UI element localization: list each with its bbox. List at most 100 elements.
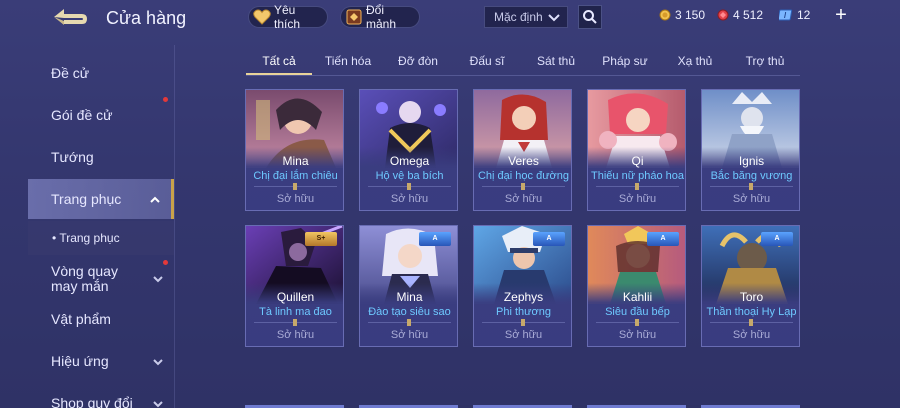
hero-name: Zephys xyxy=(503,290,544,304)
notification-dot xyxy=(163,97,168,102)
voucher-icon: / xyxy=(779,9,793,21)
tier-badge: A xyxy=(761,232,793,246)
favorites-label: Yêu thích xyxy=(274,3,301,31)
sidebar-item-label: Shop quy đổi xyxy=(51,395,133,408)
tab-assassin[interactable]: Sát thủ xyxy=(532,54,580,68)
tab-fighter[interactable]: Đấu sĩ xyxy=(464,54,510,68)
search-button[interactable] xyxy=(578,5,602,29)
skin-card[interactable]: Veres Chị đại học đường Sở hữu xyxy=(473,89,572,211)
sidebar-item-label: Tướng xyxy=(51,149,94,165)
sort-dropdown[interactable]: Mặc định xyxy=(484,6,568,28)
plus-icon[interactable]: + xyxy=(833,4,849,26)
skin-name: Phi thương xyxy=(496,306,551,318)
sidebar-item-recommended[interactable]: Đề cử xyxy=(28,53,174,93)
skin-card[interactable]: Mina Chị đại lắm chiêu Sở hữu xyxy=(245,89,344,211)
divider-ornament xyxy=(635,319,639,326)
divider-ornament xyxy=(407,319,411,326)
gold-balance: 3 150 xyxy=(659,8,705,22)
hero-name: Toro xyxy=(739,290,764,304)
tier-badge: A xyxy=(647,232,679,246)
ownership-status: Sở hữu xyxy=(732,329,771,341)
sidebar-item-label: Vòng quay may mắn xyxy=(51,263,118,294)
hero-name: Veres xyxy=(508,154,539,168)
tab-tank[interactable]: Đỡ đòn xyxy=(392,54,444,68)
hero-name: Mina xyxy=(282,154,309,168)
skin-name: Chị đại lắm chiêu xyxy=(253,170,338,182)
trade-icon xyxy=(345,9,363,25)
heart-icon xyxy=(253,9,271,25)
ownership-status: Sở hữu xyxy=(618,193,657,205)
skin-name: Hộ vệ ba bích xyxy=(375,170,444,182)
chevron-down-icon xyxy=(152,355,164,371)
sidebar-item-lucky-spin[interactable]: Vòng quay may mắn xyxy=(28,256,174,302)
ruby-icon xyxy=(717,9,729,21)
skin-card[interactable]: Ignis Bắc băng vương Sở hữu xyxy=(701,89,800,211)
notification-dot xyxy=(163,260,168,265)
skin-name: Đào tạo siêu sao xyxy=(368,306,451,318)
divider-ornament xyxy=(293,183,297,190)
hero-name: Quillen xyxy=(276,290,315,304)
tab-all[interactable]: Tất cả xyxy=(252,54,306,68)
sidebar-subitem-skins[interactable]: • Trang phục xyxy=(28,221,174,255)
skin-name: Bắc băng vương xyxy=(710,170,793,182)
skin-card[interactable]: Omega Hộ vệ ba bích Sở hữu xyxy=(359,89,458,211)
tab-marksman[interactable]: Xạ thủ xyxy=(672,54,718,68)
back-button[interactable] xyxy=(50,6,90,28)
divider-ornament xyxy=(407,183,411,190)
sidebar-item-label: Vật phẩm xyxy=(51,311,111,327)
hero-name: Kahlii xyxy=(622,290,653,304)
tier-badge: A xyxy=(533,232,565,246)
chevron-down-icon xyxy=(152,397,164,408)
hero-name: Qi xyxy=(631,154,644,168)
divider-ornament xyxy=(521,319,525,326)
skin-card[interactable]: A Zephys Phi thương Sở hữu xyxy=(473,225,572,347)
voucher-balance: / 12 xyxy=(779,8,810,22)
trade-label: Đổi mảnh xyxy=(366,3,397,31)
sidebar-item-items[interactable]: Vật phẩm xyxy=(28,299,174,339)
ownership-status: Sở hữu xyxy=(618,329,657,341)
voucher-amount: 12 xyxy=(797,8,811,22)
sidebar-divider xyxy=(174,45,175,408)
sidebar-item-exchange-shop[interactable]: Shop quy đổi xyxy=(28,383,174,408)
skin-card[interactable]: A Kahlii Siêu đầu bếp Sở hữu xyxy=(587,225,686,347)
tab-support[interactable]: Trợ thủ xyxy=(740,54,790,68)
ownership-status: Sở hữu xyxy=(504,329,543,341)
hero-name: Mina xyxy=(396,290,423,304)
active-tab-underline xyxy=(246,73,312,75)
gold-amount: 3 150 xyxy=(675,8,706,22)
sidebar-item-skins[interactable]: Trang phục xyxy=(28,179,174,219)
divider-ornament xyxy=(521,183,525,190)
ownership-status: Sở hữu xyxy=(276,193,315,205)
sidebar-item-recommended-bundles[interactable]: Gói đề cử xyxy=(28,95,174,135)
skin-name: Tà linh ma đao xyxy=(259,306,332,318)
back-arrow-icon xyxy=(54,9,87,25)
chevron-up-icon xyxy=(149,193,161,209)
sidebar-item-label: Đề cử xyxy=(51,65,90,81)
ownership-status: Sở hữu xyxy=(732,193,771,205)
divider-ornament xyxy=(293,319,297,326)
divider-ornament xyxy=(635,183,639,190)
favorites-button[interactable]: Yêu thích xyxy=(248,3,328,31)
search-icon xyxy=(583,10,597,24)
ownership-status: Sở hữu xyxy=(276,329,315,341)
trade-fragments-button[interactable]: Đổi mảnh xyxy=(340,3,420,31)
tab-evolution[interactable]: Tiến hóa xyxy=(319,54,377,68)
skin-card[interactable]: S+ Quillen Tà linh ma đao Sở hữu xyxy=(245,225,344,347)
tab-mage[interactable]: Pháp sư xyxy=(598,54,652,68)
ruby-amount: 4 512 xyxy=(733,8,764,22)
sidebar-item-effects[interactable]: Hiệu ứng xyxy=(28,341,174,381)
category-tabs: Tất cả Tiến hóa Đỡ đòn Đấu sĩ Sát thủ Ph… xyxy=(246,48,800,76)
skin-name: Chị đại học đường xyxy=(477,170,570,182)
page-title: Cửa hàng xyxy=(106,8,187,28)
skin-name: Thiếu nữ pháo hoa xyxy=(591,170,684,182)
skin-card[interactable]: Qi Thiếu nữ pháo hoa Sở hữu xyxy=(587,89,686,211)
sidebar: Đề cử Gói đề cử Tướng Trang phục • Trang… xyxy=(0,45,176,408)
skin-card[interactable]: A Mina Đào tạo siêu sao Sở hữu xyxy=(359,225,458,347)
ownership-status: Sở hữu xyxy=(390,329,429,341)
skin-card[interactable]: A Toro Thần thoại Hy Lạp Sở hữu xyxy=(701,225,800,347)
sidebar-item-label: Hiệu ứng xyxy=(51,353,109,369)
ownership-status: Sở hữu xyxy=(390,193,429,205)
chevron-down-icon xyxy=(152,273,164,288)
tier-badge: S+ xyxy=(305,232,337,246)
sidebar-item-heroes[interactable]: Tướng xyxy=(28,137,174,177)
